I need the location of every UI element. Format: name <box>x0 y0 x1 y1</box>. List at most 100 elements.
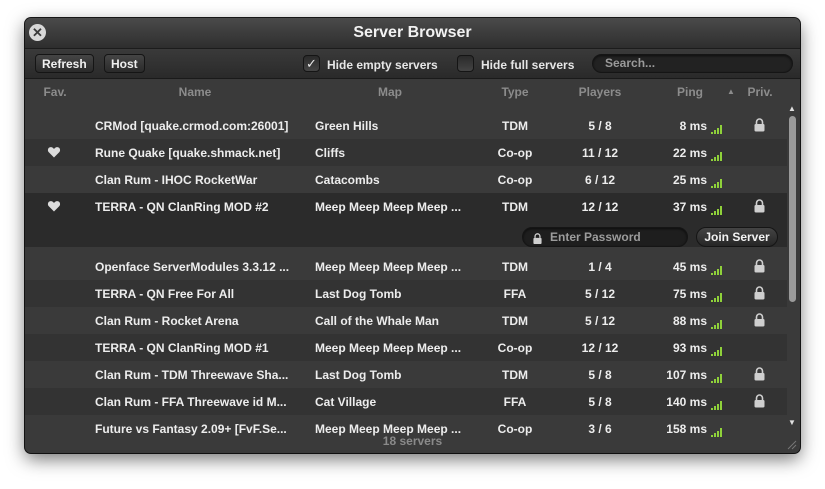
signal-strength-icon <box>711 121 723 134</box>
title-bar: ✕ Server Browser <box>25 18 800 49</box>
server-row[interactable]: TERRA - QN ClanRing MOD #2 Meep Meep Meep… <box>25 193 787 247</box>
server-ping: 45 ms <box>672 260 707 274</box>
server-type: Co-op <box>497 146 533 160</box>
server-ping: 22 ms <box>672 146 707 160</box>
server-map: Meep Meep Meep Meep ... <box>315 341 462 355</box>
scroll-up-arrow-icon[interactable]: ▲ <box>788 104 796 113</box>
header-type[interactable]: Type <box>501 85 528 99</box>
server-type: TDM <box>502 260 528 274</box>
server-ping: 93 ms <box>672 341 707 355</box>
server-name: Clan Rum - Rocket Arena <box>95 314 239 328</box>
signal-strength-icon <box>711 289 723 302</box>
server-map: Green Hills <box>315 119 379 133</box>
column-headers: Fav. Name Map Type Players Ping ▲ Priv. <box>25 81 785 101</box>
server-name: TERRA - QN Free For All <box>95 287 235 301</box>
server-name: Openface ServerModules 3.3.12 ... <box>95 260 290 274</box>
hide-empty-checkbox[interactable]: ✓ <box>303 55 320 72</box>
server-row[interactable]: CRMod [quake.crmod.com:26001] Green Hills… <box>25 112 787 139</box>
server-name: Clan Rum - TDM Threewave Sha... <box>95 368 289 382</box>
signal-strength-icon <box>711 424 723 437</box>
server-name: TERRA - QN ClanRing MOD #2 <box>95 200 269 214</box>
server-type: TDM <box>502 368 528 382</box>
server-type: TDM <box>502 200 528 214</box>
favorite-heart-icon[interactable] <box>47 145 61 159</box>
header-fav[interactable]: Fav. <box>43 85 66 99</box>
server-players: 12 / 12 <box>581 200 619 214</box>
hide-full-checkbox[interactable] <box>457 55 474 72</box>
toolbar: Refresh Host ✓ Hide empty servers Hide f… <box>25 49 800 79</box>
lock-icon <box>533 231 542 244</box>
server-row[interactable]: TERRA - QN ClanRing MOD #1 Meep Meep Meep… <box>25 334 787 361</box>
refresh-button[interactable]: Refresh <box>35 54 94 73</box>
server-map: Last Dog Tomb <box>315 287 402 301</box>
server-type: TDM <box>502 314 528 328</box>
lock-icon <box>754 394 765 408</box>
server-ping: 140 ms <box>666 395 707 409</box>
lock-icon <box>754 118 765 132</box>
signal-strength-icon <box>711 262 723 275</box>
server-map: Meep Meep Meep Meep ... <box>315 260 462 274</box>
server-ping: 8 ms <box>679 119 707 133</box>
server-players: 5 / 8 <box>588 119 612 133</box>
server-players: 5 / 12 <box>584 314 616 328</box>
header-name[interactable]: Name <box>179 85 212 99</box>
server-row[interactable]: Clan Rum - Rocket Arena Call of the Whale… <box>25 307 787 334</box>
server-map: Cat Village <box>315 395 377 409</box>
server-map: Meep Meep Meep Meep ... <box>315 200 462 214</box>
host-button[interactable]: Host <box>104 54 145 73</box>
server-name: Clan Rum - IHOC RocketWar <box>95 173 258 187</box>
server-name: Clan Rum - FFA Threewave id M... <box>95 395 287 409</box>
server-map: Catacombs <box>315 173 380 187</box>
server-players: 6 / 12 <box>584 173 616 187</box>
sort-ascending-icon: ▲ <box>727 87 735 96</box>
server-name: CRMod [quake.crmod.com:26001] <box>95 119 289 133</box>
signal-strength-icon <box>711 370 723 383</box>
server-row[interactable]: Openface ServerModules 3.3.12 ... Meep Me… <box>25 253 787 280</box>
server-players: 12 / 12 <box>581 341 619 355</box>
server-type: FFA <box>503 287 527 301</box>
password-input[interactable]: Enter Password <box>522 227 688 247</box>
search-input[interactable]: Search... <box>592 54 793 73</box>
lock-icon <box>754 259 765 273</box>
server-players: 11 / 12 <box>581 146 619 160</box>
server-type: Co-op <box>497 341 533 355</box>
server-map: Cliffs <box>315 146 345 160</box>
header-map[interactable]: Map <box>378 85 402 99</box>
header-ping[interactable]: Ping <box>677 85 703 99</box>
scroll-thumb[interactable] <box>789 116 796 302</box>
server-ping: 88 ms <box>672 314 707 328</box>
scroll-down-arrow-icon[interactable]: ▼ <box>788 418 796 427</box>
server-row[interactable]: Clan Rum - IHOC RocketWar Catacombs Co-op 6… <box>25 166 787 193</box>
header-priv[interactable]: Priv. <box>747 85 772 99</box>
server-name: TERRA - QN ClanRing MOD #1 <box>95 341 269 355</box>
signal-strength-icon <box>711 316 723 329</box>
server-row[interactable]: Clan Rum - FFA Threewave id M... Cat Vill… <box>25 388 787 415</box>
server-ping: 75 ms <box>672 287 707 301</box>
resize-grip-icon[interactable] <box>785 438 797 450</box>
server-players: 5 / 12 <box>584 287 616 301</box>
server-name: Rune Quake [quake.shmack.net] <box>95 146 281 160</box>
server-players: 5 / 8 <box>588 395 612 409</box>
server-browser-window: ✕ Server Browser Refresh Host ✓ Hide emp… <box>25 18 800 453</box>
server-type: Co-op <box>497 173 533 187</box>
header-players[interactable]: Players <box>579 85 622 99</box>
hide-empty-label: Hide empty servers <box>327 58 438 72</box>
signal-strength-icon <box>711 148 723 161</box>
server-map: Call of the Whale Man <box>315 314 440 328</box>
server-count: 18 servers <box>382 434 443 448</box>
join-server-button[interactable]: Join Server <box>696 227 778 247</box>
server-type: FFA <box>503 395 527 409</box>
server-ping: 25 ms <box>672 173 707 187</box>
server-row[interactable]: Rune Quake [quake.shmack.net] Cliffs Co-op… <box>25 139 787 166</box>
server-row[interactable]: TERRA - QN Free For All Last Dog Tomb FFA 5… <box>25 280 787 307</box>
lock-icon <box>754 286 765 300</box>
server-players: 5 / 8 <box>588 368 612 382</box>
vertical-scrollbar[interactable]: ▲ ▼ <box>786 102 798 432</box>
favorite-heart-icon[interactable] <box>47 199 61 213</box>
lock-icon <box>754 313 765 327</box>
server-row[interactable]: Clan Rum - TDM Threewave Sha... Last Dog … <box>25 361 787 388</box>
server-ping: 37 ms <box>672 200 707 214</box>
server-map: Last Dog Tomb <box>315 368 402 382</box>
server-type: TDM <box>502 119 528 133</box>
password-placeholder: Enter Password <box>550 230 641 244</box>
